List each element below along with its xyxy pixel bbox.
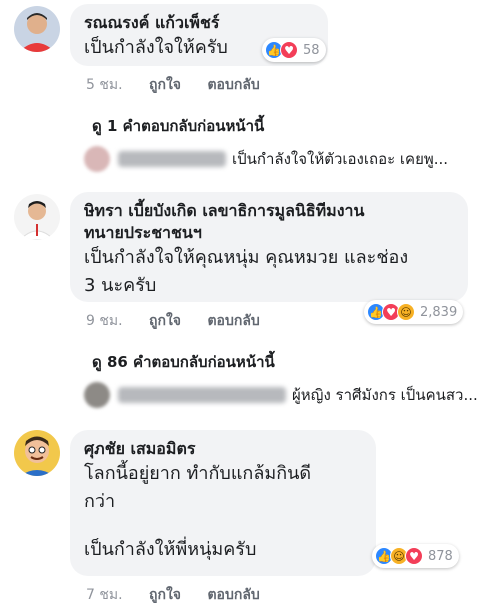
view-previous-replies-link[interactable]: ดู 86 คำตอบกลับก่อนหน้านี้	[86, 350, 275, 374]
reply-button[interactable]: ตอบกลับ	[207, 313, 259, 329]
reply-preview-text: เป็นกำลังใจให้ตัวเองเถอะ เคยพู...	[232, 150, 449, 168]
avatar	[84, 146, 110, 172]
reaction-count: 58	[303, 42, 320, 58]
comment-actions: 5 ชม. ถูกใจ ตอบกลับ	[86, 74, 282, 96]
view-previous-replies-link[interactable]: ดู 1 คำตอบกลับก่อนหน้านี้	[86, 114, 264, 138]
comment-text: โลกนี้อยู่ยาก ทำกับแกล้มกินดี	[84, 463, 312, 484]
reaction-summary[interactable]: 👍 ♥ ☺ 2,839	[364, 300, 464, 324]
love-icon: ♥	[280, 41, 298, 59]
reaction-summary[interactable]: 👍 ☺ ♥ 878	[372, 544, 459, 568]
view-previous-replies-label: ดู 86 คำตอบกลับก่อนหน้านี้	[92, 353, 275, 371]
love-icon: ♥	[405, 547, 423, 565]
blurred-name	[118, 387, 286, 403]
avatar[interactable]	[14, 194, 60, 240]
comment-bubble: ศุภชัย เสมอมิตร โลกนี้อยู่ยาก ทำกับแกล้ม…	[70, 430, 376, 576]
haha-icon: ☺	[397, 303, 415, 321]
comment-time: 7 ชม.	[86, 587, 123, 603]
comment-time: 5 ชม.	[86, 77, 123, 93]
comment-text-continued: เป็นกำลังให้พี่หนุ่มครับ	[84, 539, 257, 560]
comment-author[interactable]: ษิทรา เบี้ยบังเกิด เลขาธิการมูลนิธิทีมงา…	[84, 200, 454, 222]
reply-preview[interactable]: ผู้หญิง ราศีมังกร เป็นคนสว...	[84, 382, 478, 408]
reaction-count: 2,839	[420, 304, 458, 320]
comment-text: เป็นกำลังใจให้คุณหนุ่ม คุณหมวย และช่อง	[84, 247, 409, 268]
comment-text-continued: 3 นะครับ	[84, 275, 157, 296]
comment-text-blank	[84, 516, 362, 536]
avatar[interactable]	[14, 6, 60, 52]
comment-time: 9 ชม.	[86, 313, 123, 329]
comment-bubble: ษิทรา เบี้ยบังเกิด เลขาธิการมูลนิธิทีมงา…	[70, 192, 468, 302]
like-button[interactable]: ถูกใจ	[149, 587, 181, 603]
reply-preview-text: ผู้หญิง ราศีมังกร เป็นคนสว...	[292, 386, 478, 404]
avatar	[84, 382, 110, 408]
reply-button[interactable]: ตอบกลับ	[207, 587, 259, 603]
comment-actions: 9 ชม. ถูกใจ ตอบกลับ	[86, 310, 282, 332]
comment-actions: 7 ชม. ถูกใจ ตอบกลับ	[86, 584, 282, 603]
blurred-name	[118, 151, 226, 167]
reaction-summary[interactable]: 👍 ♥ 58	[262, 38, 326, 62]
comment-author[interactable]: ศุภชัย เสมอมิตร	[84, 438, 362, 460]
comment-author[interactable]: รณณรงค์ แก้วเพ็ชร์	[84, 12, 314, 34]
reply-button[interactable]: ตอบกลับ	[207, 77, 259, 93]
comment-author-continued[interactable]: ทนายประชาชนฯ	[84, 222, 454, 244]
reaction-count: 878	[428, 548, 453, 564]
reply-preview[interactable]: เป็นกำลังใจให้ตัวเองเถอะ เคยพู...	[84, 146, 448, 172]
avatar[interactable]	[14, 430, 60, 476]
comment-text-continued: กว่า	[84, 491, 116, 512]
like-button[interactable]: ถูกใจ	[149, 77, 181, 93]
view-previous-replies-label: ดู 1 คำตอบกลับก่อนหน้านี้	[92, 117, 265, 135]
like-button[interactable]: ถูกใจ	[149, 313, 181, 329]
